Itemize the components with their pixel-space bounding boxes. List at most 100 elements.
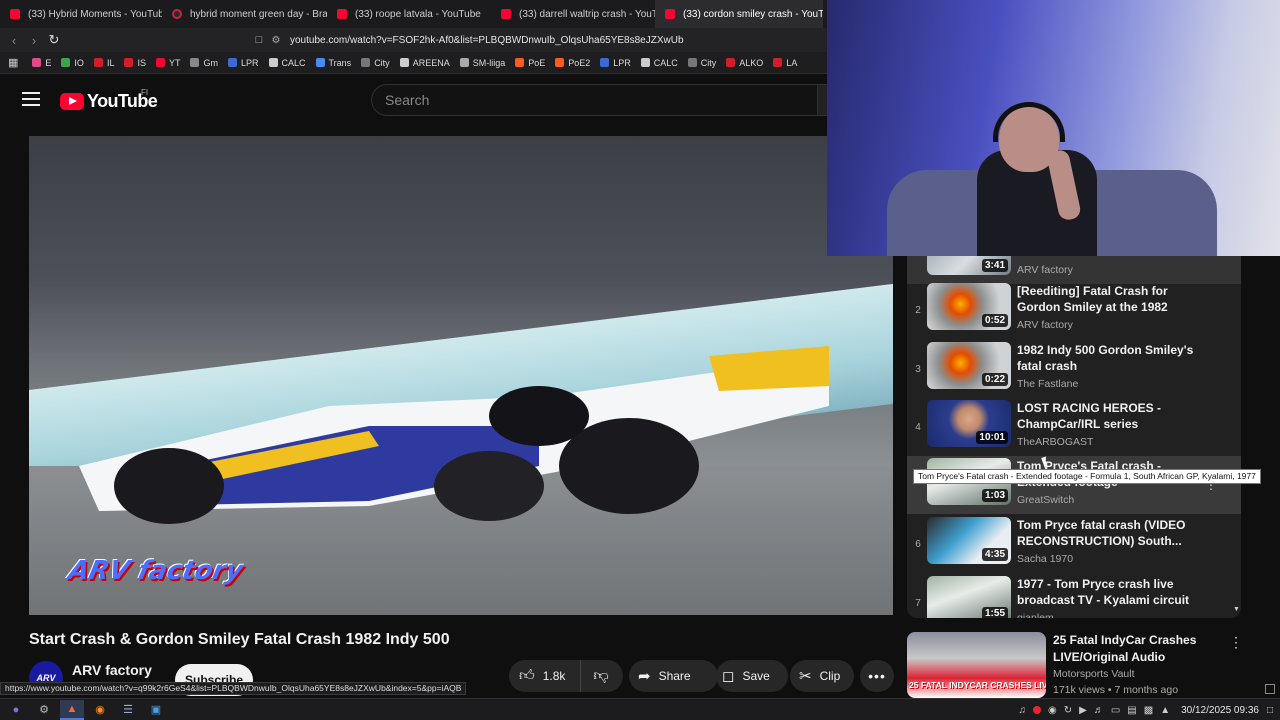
playlist-thumbnail[interactable]: 4:35 [927,517,1011,564]
steam-tray-icon[interactable]: ◉ [1048,705,1057,716]
bookmark-item[interactable]: AREENA [399,58,450,68]
bookmark-icon: ◻ [722,668,735,685]
brave-browser-icon[interactable]: ▲ [60,699,84,720]
forward-icon[interactable]: › [24,33,44,48]
playlist-thumbnail[interactable]: 10:01 [927,400,1011,447]
media-play-icon[interactable]: ▶ [1079,705,1087,716]
bookmark-favicon-icon [32,58,42,67]
bookmark-favicon-icon [600,58,610,67]
start-menu-icon[interactable]: ● [4,700,28,720]
bookmark-item[interactable]: City [361,58,390,68]
save-button[interactable]: ◻ Save [716,660,788,692]
site-info-icon[interactable]: ⚙ [268,35,284,46]
browser-tab[interactable]: (33) Hybrid Moments - YouTube [0,0,162,28]
file-manager-icon[interactable]: ▣ [144,700,168,720]
playlist-item-title[interactable]: Tom Pryce fatal crash (VIDEO RECONSTRUCT… [1017,517,1197,549]
playlist-index: 4 [915,422,921,433]
bookmark-item[interactable]: ALKO [726,58,763,68]
playlist-scrollbar[interactable]: ▼ [1233,256,1240,618]
show-desktop-icon[interactable]: □ [1267,705,1273,716]
back-icon[interactable]: ‹ [4,33,24,48]
recording-indicator-icon[interactable] [1033,706,1041,714]
network-icon[interactable]: ▤ [1127,705,1136,716]
firefox-icon[interactable]: ◉ [88,700,112,720]
bookmark-item[interactable]: Gm [190,58,218,68]
browser-tab[interactable]: (33) darrell waltrip crash - YouTu [491,0,655,28]
playlist-item[interactable]: 1:03Tom Pryce's Fatal crash - Extended f… [907,456,1241,514]
taskbar: ● ⚙ ▲ ◉ ☰ ▣ ♫ ◉ ↻ ▶ ♬ ▭ ▤ ▩ ▲ 30/12/2025… [0,698,1280,720]
settings-app-icon[interactable]: ⚙ [32,700,56,720]
apps-grid-icon[interactable]: ▦ [8,56,18,69]
bookmark-favicon-icon [399,58,409,67]
clip-button[interactable]: ✂ Clip [790,660,854,692]
video-watermark: ARV factory [65,556,246,586]
tooltip: Tom Pryce's Fatal crash - Extended foota… [913,469,1261,484]
bookmark-item[interactable]: LPR [600,58,631,68]
duration-badge: 10:01 [976,431,1008,444]
bookmark-item[interactable]: IS [124,58,146,68]
bookmark-item[interactable]: City [687,58,716,68]
recommended-video[interactable]: 25 FATAL INDYCAR CRASHES LIVE 25 Fatal I… [907,632,1247,698]
more-vert-icon[interactable]: ⋮ [1229,634,1243,651]
playlist-item-title[interactable]: 1977 - Tom Pryce crash live broadcast TV… [1017,576,1197,608]
bookmark-favicon-icon [640,58,650,67]
recommended-thumbnail[interactable]: 25 FATAL INDYCAR CRASHES LIVE [907,632,1046,698]
bookmark-item[interactable]: LA [773,58,797,68]
youtube-icon [10,9,20,19]
playlist-item[interactable]: 3 0:22 1982 Indy 500 Gordon Smiley's fatal… [907,340,1241,398]
display-icon[interactable]: ▩ [1144,705,1153,716]
dislike-button[interactable]: 👎︎ [581,660,621,692]
bookmark-favicon-icon [124,58,134,67]
chevron-up-icon[interactable]: ▲ [1160,705,1170,716]
playlist-thumbnail[interactable]: 0:22 [927,342,1011,389]
playlist-item-title[interactable]: [Reediting] Fatal Crash for Gordon Smile… [1017,283,1197,317]
browser-tab-active[interactable]: (33) cordon smiley crash - YouTu [655,0,823,28]
bookmark-item[interactable]: E [32,58,51,68]
channel-name[interactable]: ARV factory [72,662,152,678]
playlist-item[interactable]: 7 1:55 1977 - Tom Pryce crash live broadca… [907,574,1241,618]
bookmark-item[interactable]: CALC [268,58,306,68]
playlist-item[interactable]: 4 10:01 LOST RACING HEROES - ChampCar/IRL … [907,398,1241,456]
youtube-icon [665,9,675,19]
bookmark-item[interactable]: CALC [640,58,678,68]
clock[interactable]: 30/12/2025 09:36 [1181,705,1259,716]
chevron-down-icon[interactable]: ▼ [1233,606,1240,613]
playlist-thumbnail[interactable]: 1:55 [927,576,1011,618]
bookmark-item[interactable]: PoE [515,58,545,68]
notification-bell-icon[interactable]: ♫ [1019,705,1027,716]
address-bar[interactable]: youtube.com/watch?v=FSOF2hk-Af0&list=PLB… [290,35,684,46]
playlist-item[interactable]: 2 0:52 [Reediting] Fatal Crash for Gordon … [907,281,1241,339]
search-input[interactable]: Search [371,84,818,116]
video-player[interactable]: ARV factory [29,136,893,615]
bookmark-item[interactable]: YT [155,58,180,68]
playlist-item-title[interactable]: 1982 Indy 500 Gordon Smiley's fatal cras… [1017,342,1197,374]
playlist-item-channel: TheARBOGAST [1017,436,1094,448]
share-button[interactable]: ➦ Share [629,660,718,692]
clipboard-icon[interactable]: ▭ [1111,705,1120,716]
bookmark-favicon-icon [268,58,278,67]
fullscreen-icon[interactable] [1265,684,1275,694]
volume-icon[interactable]: ♬ [1094,705,1104,716]
bookmark-item[interactable]: IL [93,58,114,68]
browser-tab[interactable]: hybrid moment green day - Bra [162,0,327,28]
bookmark-icon[interactable]: □ [250,34,268,46]
playlist-item-title[interactable]: LOST RACING HEROES - ChampCar/IRL series [1017,400,1197,432]
like-button[interactable]: 👍︎ 1.8k [509,660,581,692]
reload-icon[interactable]: ↻ [44,32,64,48]
recommended-channel[interactable]: Motorsports Vault [1053,668,1135,680]
bookmark-item[interactable]: Trans [315,58,351,68]
playlist-item[interactable]: 6 4:35 Tom Pryce fatal crash (VIDEO RECONS… [907,515,1241,573]
steam-icon[interactable]: ☰ [116,700,140,720]
bookmark-item[interactable]: LPR [227,58,259,68]
menu-icon[interactable] [22,92,40,106]
browser-tab[interactable]: (33) roope latvala - YouTube [327,0,491,28]
bookmark-item[interactable]: PoE2 [555,58,590,68]
more-actions-button[interactable]: ••• [860,660,894,692]
playlist-item[interactable]: 3:41 ARV factory [907,256,1241,284]
playlist-thumbnail[interactable]: 0:52 [927,283,1011,330]
recommended-title[interactable]: 25 Fatal IndyCar Crashes LIVE/Original A… [1053,632,1223,666]
updates-icon[interactable]: ↻ [1064,705,1072,716]
playlist-thumbnail[interactable]: 3:41 [927,256,1011,275]
bookmark-item[interactable]: SM-liiga [459,58,505,68]
bookmark-item[interactable]: IO [61,58,84,68]
